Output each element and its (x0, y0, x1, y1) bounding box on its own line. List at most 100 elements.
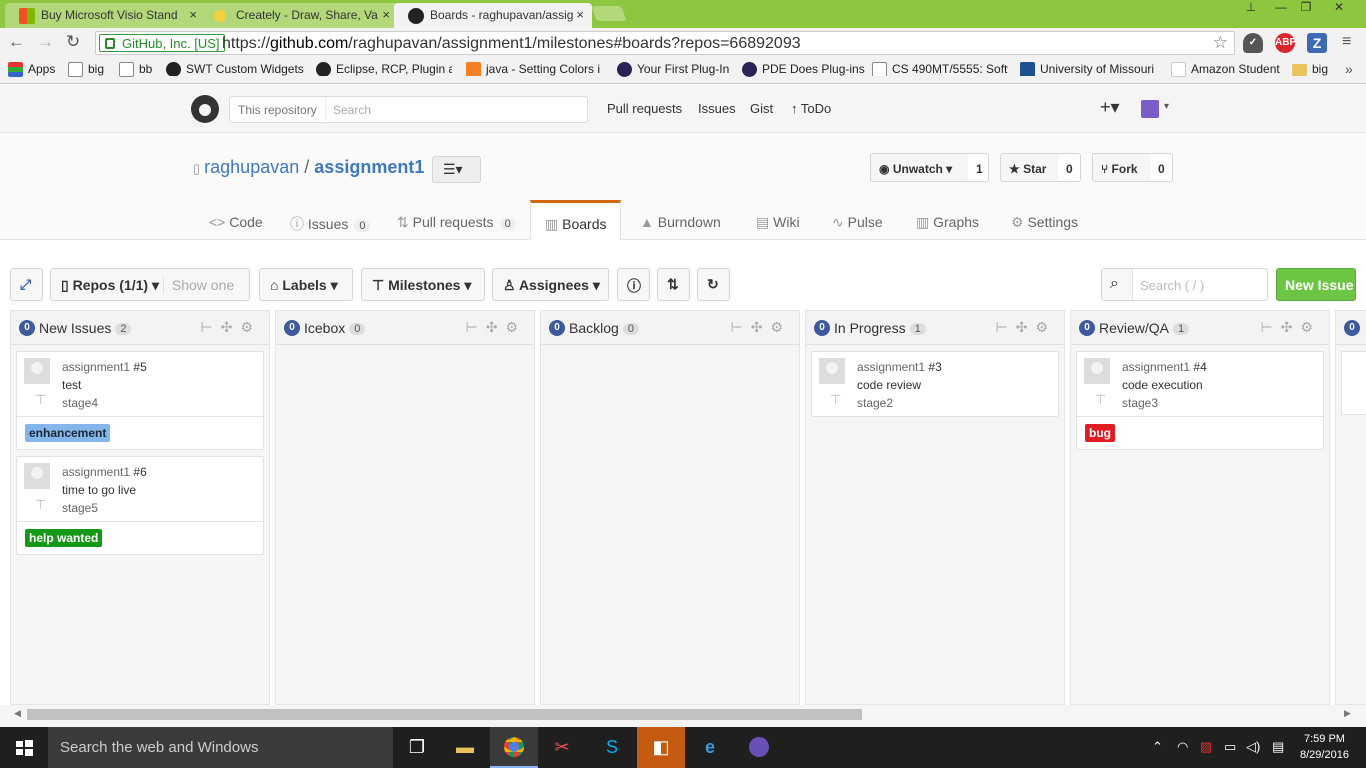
column-actions[interactable]: ⊢✣⚙ (731, 319, 792, 336)
unwatch-button[interactable]: ◉ Unwatch ▾ (870, 153, 969, 182)
start-button[interactable] (0, 727, 48, 768)
office-icon[interactable]: ◧ (637, 727, 685, 768)
create-new-icon[interactable]: +▾ (1100, 97, 1120, 118)
tab-burndown[interactable]: ▲ Burndown (640, 207, 721, 241)
close-window-button[interactable]: ✕ (1326, 0, 1352, 20)
avatar[interactable] (24, 463, 50, 489)
nav-gist[interactable]: Gist (750, 101, 773, 116)
volume-icon[interactable]: ◁) (1246, 739, 1260, 755)
column-actions[interactable]: ⊢✣⚙ (1261, 319, 1322, 336)
restore-button[interactable]: ❐ (1293, 0, 1319, 20)
network-warning-icon[interactable]: ▨ (1200, 739, 1212, 755)
repo-name-link[interactable]: assignment1 (314, 157, 424, 177)
adblock-plus-icon[interactable]: ABP (1275, 33, 1296, 53)
fork-button[interactable]: ⑂ Fork (1092, 153, 1151, 182)
issue-card[interactable] (1341, 351, 1366, 415)
issue-card[interactable]: ⊤ assignment1 #4 code execution stage3 b… (1076, 351, 1324, 450)
minimize-button[interactable]: — (1268, 0, 1294, 20)
back-arrow-icon[interactable]: ← (8, 32, 25, 52)
card-title[interactable]: code execution (1122, 376, 1207, 394)
tab-graphs[interactable]: ▥ Graphs (916, 207, 979, 241)
reload-icon[interactable]: ↻ (66, 32, 80, 52)
forks-count[interactable]: 0 (1150, 153, 1173, 182)
repo-list-dropdown[interactable]: ☰▾ (432, 156, 481, 183)
horizontal-scrollbar[interactable]: ◀ ▶ (0, 705, 1366, 727)
bookmark-amazon[interactable]: Amazon Student (1171, 62, 1280, 77)
browser-tab-visio[interactable]: Buy Microsoft Visio Stand × (5, 3, 205, 28)
issue-card[interactable]: ⊤ assignment1 #3 code review stage2 (811, 351, 1059, 417)
pull-requests-filter-button[interactable]: ⇅ (657, 268, 690, 301)
task-view-icon[interactable]: ❐ (393, 727, 441, 768)
tab-wiki[interactable]: ▤ Wiki (756, 207, 800, 241)
star-button[interactable]: ★ Star (1000, 153, 1059, 182)
wifi-icon[interactable]: ◠ (1177, 739, 1188, 755)
nav-pull-requests[interactable]: Pull requests (607, 101, 682, 116)
pocket-extension-icon[interactable]: ✓ (1243, 33, 1263, 53)
scroll-left-icon[interactable]: ◀ (14, 708, 21, 719)
card-issue-number[interactable]: #6 (133, 465, 146, 479)
label-badge[interactable]: enhancement (25, 424, 111, 442)
assignees-filter-button[interactable]: ♙ Assignees ▾ (492, 268, 609, 301)
chevron-down-icon[interactable]: ▾ (1164, 101, 1169, 112)
repo-owner-link[interactable]: raghupavan (204, 157, 299, 177)
show-one-button[interactable]: Show one (162, 277, 235, 293)
issues-filter-button[interactable]: ⓘ (617, 268, 650, 301)
label-badge[interactable]: bug (1085, 424, 1115, 442)
forward-arrow-icon[interactable]: → (37, 32, 54, 52)
issue-card[interactable]: ⊤ assignment1 #5 test stage4 enhancement (16, 351, 264, 450)
bookmark-big[interactable]: big (68, 62, 104, 77)
file-explorer-icon[interactable]: ▬ (441, 727, 489, 768)
milestones-filter-button[interactable]: ⊤ Milestones ▾ (361, 268, 485, 301)
url-field[interactable]: GitHub, Inc. [US] https://github.com/rag… (95, 31, 1235, 55)
watchers-count[interactable]: 1 (968, 153, 989, 182)
bookmark-folder-big[interactable]: big (1292, 62, 1328, 76)
bookmark-java[interactable]: java - Setting Colors i (466, 62, 602, 76)
bookmark-pde[interactable]: PDE Does Plug-ins (742, 62, 865, 77)
app-icon[interactable] (735, 727, 783, 768)
new-tab-button[interactable] (591, 6, 627, 21)
battery-icon[interactable]: ▭ (1224, 739, 1236, 755)
bookmark-star-icon[interactable]: ☆ (1213, 33, 1228, 53)
profile-icon[interactable]: ⊥ (1238, 0, 1264, 20)
history-filter-button[interactable]: ↻ (697, 268, 730, 301)
search-box[interactable]: This repository Search (229, 96, 588, 123)
card-title[interactable]: test (62, 376, 147, 394)
taskbar-search[interactable]: Search the web and Windows (48, 727, 393, 768)
bookmark-swt[interactable]: SWT Custom Widgets (166, 62, 304, 76)
label-badge[interactable]: help wanted (25, 529, 103, 547)
nav-issues[interactable]: Issues (698, 101, 736, 116)
bookmark-eclipse[interactable]: Eclipse, RCP, Plugin ar (316, 62, 452, 76)
chrome-menu-icon[interactable]: ≡ (1342, 33, 1351, 51)
avatar[interactable] (1141, 100, 1159, 118)
new-issue-button[interactable]: New Issue (1276, 268, 1356, 301)
column-actions[interactable]: ⊢✣⚙ (201, 319, 262, 336)
close-tab-icon[interactable]: × (382, 7, 390, 22)
tab-pulse[interactable]: ∿ Pulse (832, 207, 883, 241)
notifications-icon[interactable]: ▤ (1272, 739, 1284, 755)
card-repo[interactable]: assignment1 (62, 360, 130, 374)
edge-icon[interactable]: e (686, 727, 734, 768)
show-hidden-icons[interactable]: ⌃ (1152, 739, 1163, 755)
card-issue-number[interactable]: #3 (928, 360, 941, 374)
expand-button[interactable]: ⤢ (10, 268, 43, 301)
card-repo[interactable]: assignment1 (857, 360, 925, 374)
bookmark-university[interactable]: University of Missouri (1020, 62, 1157, 76)
column-actions[interactable]: ⊢✣⚙ (996, 319, 1057, 336)
tab-issues[interactable]: ⓘ Issues 0 (290, 207, 371, 241)
nav-todo[interactable]: ↑ ToDo (791, 101, 831, 116)
labels-filter-button[interactable]: ⌂ Labels ▾ (259, 268, 353, 301)
bookmark-apps[interactable]: Apps (8, 62, 55, 77)
bookmark-cs490[interactable]: CS 490MT/5555: Softv (872, 62, 1008, 76)
zotero-extension-icon[interactable]: Z (1307, 33, 1327, 53)
browser-tab-boards[interactable]: Boards - raghupavan/assig × (394, 3, 592, 28)
issue-card[interactable]: ⊤ assignment1 #6 time to go live stage5 … (16, 456, 264, 555)
skype-icon[interactable]: S (588, 727, 636, 768)
bookmark-first-plugin[interactable]: Your First Plug-In (617, 62, 729, 77)
close-tab-icon[interactable]: × (189, 7, 197, 22)
avatar[interactable] (24, 358, 50, 384)
bookmarks-overflow-icon[interactable]: » (1345, 61, 1353, 77)
avatar[interactable] (1084, 358, 1110, 384)
card-title[interactable]: code review (857, 376, 942, 394)
board-search-input[interactable]: Search ( / ) (1140, 278, 1204, 293)
tab-settings[interactable]: ⚙ Settings (1011, 207, 1078, 241)
